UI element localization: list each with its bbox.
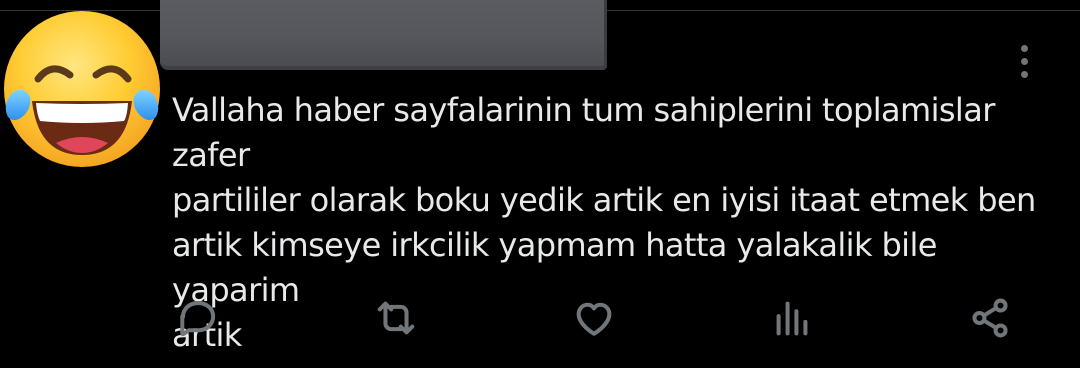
heart-icon: [576, 302, 612, 336]
share-icon: [972, 298, 1008, 338]
like-button[interactable]: [566, 290, 622, 346]
views-button[interactable]: [764, 290, 820, 346]
more-vertical-icon: [1020, 44, 1028, 52]
views-icon: [776, 301, 808, 336]
redacted-image: [160, 0, 607, 70]
share-button[interactable]: [962, 290, 1018, 346]
reply-icon: [180, 301, 216, 337]
repost-button[interactable]: [368, 290, 424, 346]
action-bar: [0, 290, 1080, 346]
avatar[interactable]: [0, 5, 168, 170]
more-options-button[interactable]: [1008, 40, 1040, 82]
repost-icon: [377, 301, 415, 335]
reply-button[interactable]: [170, 290, 226, 346]
face-with-tears-of-joy-icon: [4, 11, 160, 167]
more-vertical-icon-dot: [1020, 70, 1028, 78]
more-vertical-icon-dot: [1020, 57, 1028, 65]
